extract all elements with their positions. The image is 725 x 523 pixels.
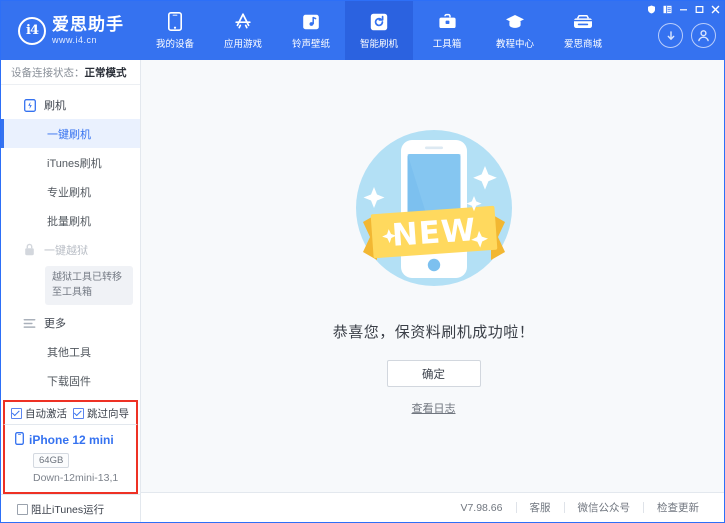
close-icon[interactable] <box>708 3 722 16</box>
sidebar-item-batch-flash[interactable]: 批量刷机 <box>1 206 140 235</box>
sidebar-item-other-tools[interactable]: 其他工具 <box>1 337 140 366</box>
sidebar-item-one-key-jailbreak: 一键越狱 <box>1 235 140 264</box>
flash-options-row: 自动激活 跳过向导 <box>3 400 138 424</box>
appstore-icon <box>233 12 253 32</box>
logo-text: 爱思助手 www.i4.cn <box>52 16 124 45</box>
checkbox-label: 阻止iTunes运行 <box>31 502 104 517</box>
sidebar-item-download-firmware[interactable]: 下载固件 <box>1 366 140 395</box>
user-icon[interactable] <box>691 23 716 48</box>
list-icon <box>23 317 36 330</box>
minimize-icon[interactable] <box>676 3 690 16</box>
success-message: 恭喜您，保资料刷机成功啦！ <box>333 321 535 342</box>
nav-item-tutorial-center[interactable]: 教程中心 <box>481 1 549 60</box>
app-header: i4 爱思助手 www.i4.cn 我的设备 应用游戏 <box>1 1 725 60</box>
window-controls <box>644 3 722 16</box>
refresh-icon <box>369 12 389 32</box>
sidebar-group-flash: 刷机 <box>1 91 140 119</box>
maximize-icon[interactable] <box>692 3 706 16</box>
sidebar-footer: 阻止iTunes运行 <box>1 494 140 523</box>
sidebar-group-label: 更多 <box>44 315 66 331</box>
status-bar: V7.98.66 客服 微信公众号 检查更新 <box>141 492 725 522</box>
version-label: V7.98.66 <box>447 502 515 514</box>
lock-icon <box>23 243 36 256</box>
view-log-link[interactable]: 查看日志 <box>412 400 456 416</box>
phone-small-icon <box>15 432 24 448</box>
checkbox-box[interactable] <box>17 504 28 515</box>
main-content: NEW 恭喜您，保资料刷机成功啦！ 确定 查看日志 <box>141 60 725 523</box>
device-status-value: 正常模式 <box>85 65 127 80</box>
check-update-link[interactable]: 检查更新 <box>644 500 712 515</box>
device-capacity-badge: 64GB <box>33 453 69 468</box>
checkbox-box[interactable] <box>11 408 22 419</box>
logo-url: www.i4.cn <box>52 36 124 45</box>
app-window: i4 爱思助手 www.i4.cn 我的设备 应用游戏 <box>0 0 725 523</box>
jailbreak-tooltip: 越狱工具已转移至工具箱 <box>45 266 133 305</box>
app-logo: i4 爱思助手 www.i4.cn <box>1 1 141 60</box>
sidebar-group-more: 更多 <box>1 309 140 337</box>
device-identifier: Down-12mini-13,1 <box>33 472 136 484</box>
sidebar-item-label: 一键刷机 <box>47 126 91 142</box>
wechat-official-link[interactable]: 微信公众号 <box>565 500 644 515</box>
nav-label: 教程中心 <box>496 36 534 50</box>
new-phone-badge-illustration: NEW <box>343 122 525 307</box>
checkbox-skip-wizard[interactable]: 跳过向导 <box>73 406 129 421</box>
sidebar: 设备连接状态：正常模式 刷机 一键刷机 iTunes刷机 专业刷机 <box>1 60 141 523</box>
sidebar-menu: 刷机 一键刷机 iTunes刷机 专业刷机 批量刷机 <box>1 85 140 400</box>
nav-label: 工具箱 <box>433 36 462 50</box>
logo-mark-icon: i4 <box>18 17 46 45</box>
body-region: 设备连接状态：正常模式 刷机 一键刷机 iTunes刷机 专业刷机 <box>1 60 725 523</box>
nav-label: 铃声壁纸 <box>292 36 330 50</box>
customer-service-link[interactable]: 客服 <box>517 500 564 515</box>
device-name: iPhone 12 mini <box>29 433 114 447</box>
header-actions <box>658 23 716 48</box>
nav-label: 智能刷机 <box>360 36 398 50</box>
checkbox-box[interactable] <box>73 408 84 419</box>
checkbox-auto-activate[interactable]: 自动激活 <box>11 406 67 421</box>
device-status-label: 设备连接状态： <box>11 65 85 80</box>
graduation-cap-icon <box>505 12 525 32</box>
sidebar-group-label: 刷机 <box>44 97 66 113</box>
phone-icon <box>165 12 185 32</box>
nav-item-my-device[interactable]: 我的设备 <box>141 1 209 60</box>
sidebar-item-label: 其他工具 <box>47 344 91 360</box>
sidebar-item-advanced[interactable]: 高级功能 <box>1 395 140 400</box>
menu-icon[interactable] <box>660 3 674 16</box>
sidebar-item-itunes-flash[interactable]: iTunes刷机 <box>1 148 140 177</box>
nav-label: 我的设备 <box>156 36 194 50</box>
nav-label: 应用游戏 <box>224 36 262 50</box>
sidebar-item-label: 下载固件 <box>47 373 91 389</box>
nav-item-store[interactable]: 爱思商城 <box>549 1 617 60</box>
device-connection-status: 设备连接状态：正常模式 <box>1 60 140 85</box>
checkbox-label: 跳过向导 <box>87 406 129 421</box>
toolbox-icon <box>437 12 457 32</box>
shield-icon[interactable] <box>644 3 658 16</box>
nav-item-smart-flash[interactable]: 智能刷机 <box>345 1 413 60</box>
sidebar-item-label: iTunes刷机 <box>47 155 102 171</box>
nav-item-apps-games[interactable]: 应用游戏 <box>209 1 277 60</box>
sidebar-item-label: 一键越狱 <box>44 242 88 258</box>
sidebar-item-pro-flash[interactable]: 专业刷机 <box>1 177 140 206</box>
flash-device-icon <box>23 99 36 112</box>
checkbox-label: 自动激活 <box>25 406 67 421</box>
sidebar-item-label: 批量刷机 <box>47 213 91 229</box>
nav-label: 爱思商城 <box>564 36 602 50</box>
music-box-icon <box>301 12 321 32</box>
connected-device-card[interactable]: iPhone 12 mini 64GB Down-12mini-13,1 <box>3 424 138 494</box>
main-navigation: 我的设备 应用游戏 铃声壁纸 智能刷机 <box>141 1 617 60</box>
logo-title: 爱思助手 <box>52 16 124 33</box>
sidebar-item-label: 专业刷机 <box>47 184 91 200</box>
confirm-button[interactable]: 确定 <box>387 360 481 387</box>
nav-item-ringtones-wallpapers[interactable]: 铃声壁纸 <box>277 1 345 60</box>
nav-item-toolbox[interactable]: 工具箱 <box>413 1 481 60</box>
download-icon[interactable] <box>658 23 683 48</box>
checkbox-block-itunes[interactable]: 阻止iTunes运行 <box>17 502 104 517</box>
svg-text:NEW: NEW <box>390 212 477 254</box>
sidebar-item-one-key-flash[interactable]: 一键刷机 <box>1 119 140 148</box>
shop-icon <box>573 12 593 32</box>
device-name-row: iPhone 12 mini <box>15 432 136 448</box>
